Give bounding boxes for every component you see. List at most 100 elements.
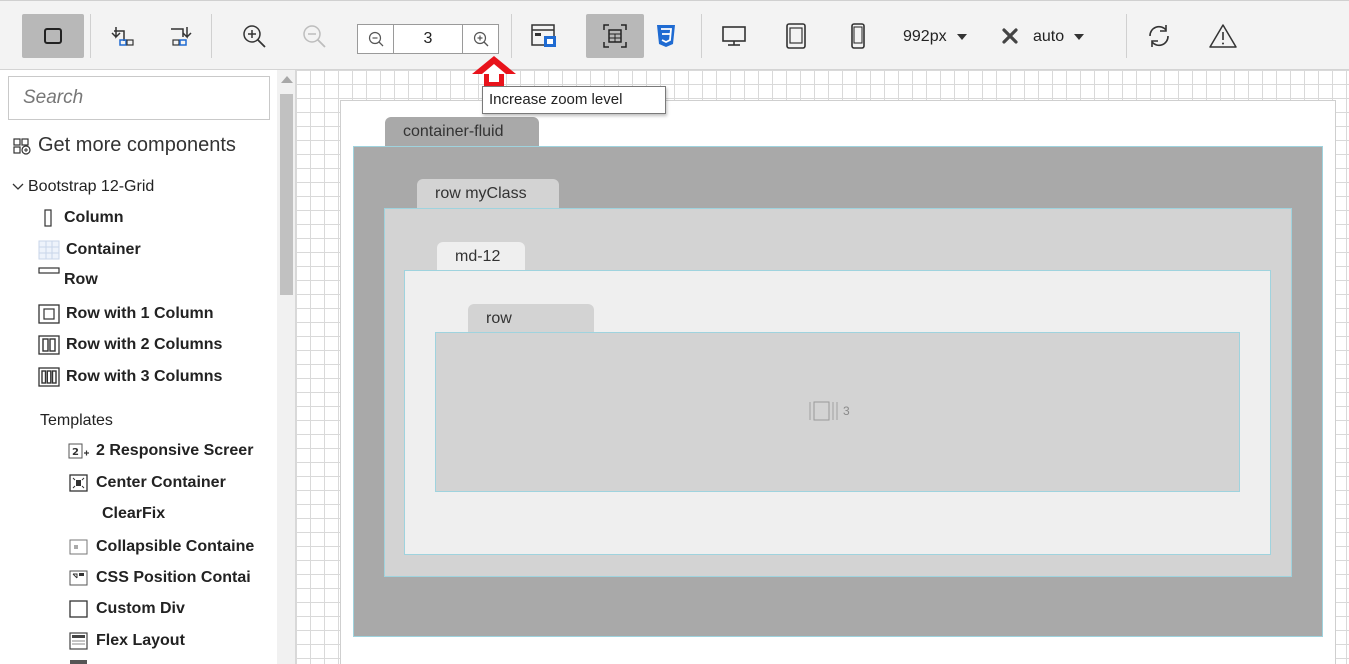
template-label: 2 Responsive Screer [96,442,254,459]
template-label: ClearFix [102,505,166,522]
toolbar: 3 992px auto [0,0,1349,70]
template-label: Center Container [96,474,226,491]
zoom-out-button[interactable] [294,14,334,58]
width-value: 992px [903,28,947,45]
component-label: Row with 1 Column [66,305,214,322]
scroll-up-arrow-icon[interactable] [281,76,293,83]
scrollbar-thumb[interactable] [280,94,293,295]
toolbar-top-edge [0,0,1349,6]
template-collapsible-container[interactable]: Collapsible Containe [68,537,254,557]
zoom-level-value[interactable]: 3 [394,25,462,53]
toolbar-separator [211,14,212,58]
svg-text:2: 2 [72,447,79,458]
row-three-columns-icon [38,367,60,387]
arrow-into-box-icon [111,27,134,46]
custom-div-icon [68,599,90,619]
search-box[interactable] [8,76,270,120]
grid-outline-icon [603,24,627,48]
row-icon [38,267,60,275]
component-row-1-col[interactable]: Row with 1 Column [38,304,214,324]
chevron-down-icon [956,34,967,40]
height-value: auto [1033,28,1065,45]
zoom-stepper[interactable]: 3 [357,24,499,54]
tablet-view-button[interactable] [776,14,816,58]
component-row-3-col[interactable]: Row with 3 Columns [38,367,222,387]
component-row[interactable]: Row [38,267,98,289]
move-down-button[interactable] [160,14,200,58]
height-selector[interactable]: auto [1033,28,1085,46]
phone-icon [851,23,865,49]
preview-window-button[interactable] [524,14,564,58]
design-canvas[interactable]: container-fluid row myClass md-12 row 3 [296,70,1349,664]
row-myclass-tab[interactable]: row myClass [417,179,559,209]
group-bootstrap-grid[interactable]: Bootstrap 12-Grid [12,178,154,196]
chevron-down-icon [12,182,24,192]
toolbar-separator [90,14,91,58]
chevron-down-icon [1074,34,1085,40]
warnings-button[interactable] [1203,14,1243,58]
zoom-decrease-button[interactable] [358,25,394,53]
desktop-view-button[interactable] [714,14,754,58]
search-input[interactable] [9,77,269,119]
css-position-icon [68,568,90,588]
template-css-position-container[interactable]: CSS Position Contai [68,568,251,588]
group-label: Bootstrap 12-Grid [28,178,155,195]
refresh-button[interactable] [1139,14,1179,58]
template-custom-div[interactable]: Custom Div [68,599,185,619]
center-container-icon [68,473,90,493]
zoom-in-button[interactable] [234,14,274,58]
close-x-icon [1002,28,1018,44]
template-label: Flex Layout [96,632,185,649]
component-label: Row with 2 Columns [66,336,223,353]
warning-triangle-icon [1209,24,1237,48]
template-label: CSS Position Contai [96,569,251,586]
zoom-in-small-icon [473,31,488,47]
component-label: Row with 3 Columns [66,368,223,385]
template-partial-item[interactable] [68,658,96,664]
inner-row-tab[interactable]: row [468,304,594,334]
tablet-icon [786,23,806,49]
swap-dimensions-button[interactable] [998,14,1022,58]
sidebar-scrollbar[interactable] [277,70,295,664]
template-center-container[interactable]: Center Container [68,473,226,493]
move-up-button[interactable] [103,14,143,58]
get-more-components-link[interactable]: Get more components [12,134,236,157]
zoom-increase-button[interactable] [462,25,498,53]
window-preview-icon [531,24,556,47]
row-placeholder: 3 [809,400,850,422]
toolbar-separator [701,14,702,58]
select-mode-button[interactable] [22,14,84,58]
component-label: Row [64,271,98,288]
template-clearfix[interactable]: ClearFix [102,505,165,523]
component-column[interactable]: Column [38,208,124,228]
flex-layout-icon [68,631,90,651]
column-icon [38,208,58,228]
red-up-arrow-icon [472,56,516,86]
zoom-out-icon [303,25,326,48]
css3-icon [657,25,675,47]
container-grid-icon [38,240,60,260]
responsive-two-icon: 2 [68,441,90,461]
templates-heading: Templates [40,412,113,429]
css-button[interactable] [648,14,684,58]
component-row-2-col[interactable]: Row with 2 Columns [38,335,222,355]
column-placeholder-icon [809,401,838,421]
puzzle-plus-icon [12,136,32,156]
toggle-grid-outline-button[interactable] [586,14,644,58]
container-fluid-tab[interactable]: container-fluid [385,117,539,147]
collapsible-icon [68,537,90,557]
refresh-icon [1149,25,1169,47]
zoom-in-icon [243,25,266,48]
component-sidebar: Get more components Bootstrap 12-Grid Co… [0,70,296,664]
arrow-out-box-icon [171,27,192,46]
width-selector[interactable]: 992px [903,28,967,46]
phone-view-button[interactable] [838,14,878,58]
toolbar-separator [511,14,512,58]
row-two-columns-icon [38,335,60,355]
row-one-column-icon [38,304,60,324]
md-12-tab[interactable]: md-12 [437,242,525,272]
template-flex-layout[interactable]: Flex Layout [68,631,185,651]
desktop-monitor-icon [722,26,746,46]
template-responsive-screen[interactable]: 2 2 Responsive Screer [68,441,253,461]
component-container[interactable]: Container [38,240,141,260]
